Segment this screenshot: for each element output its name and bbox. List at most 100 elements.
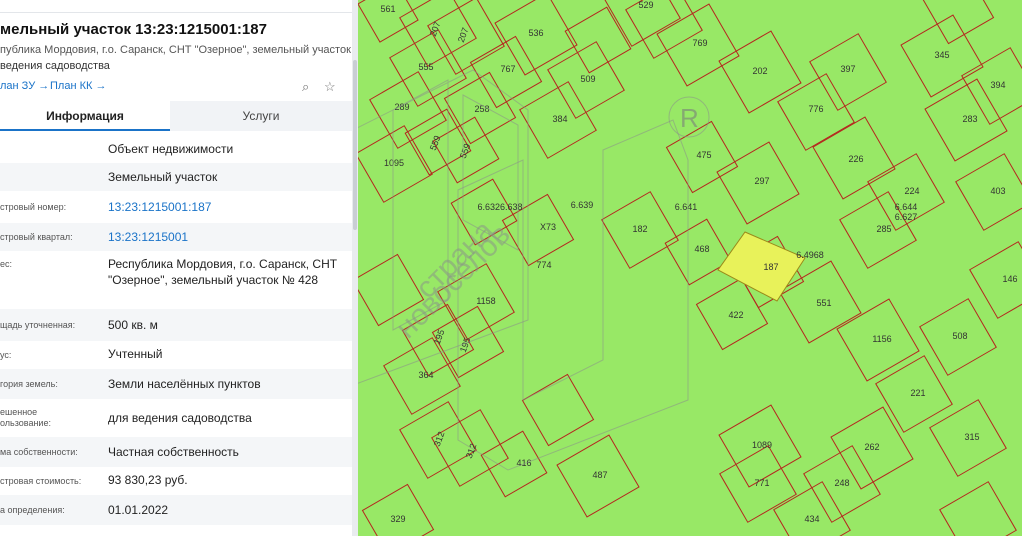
parcel-label: 6.644 xyxy=(895,202,918,212)
plan-links: лан ЗУ → План КК → xyxy=(0,80,106,92)
info-row-value: Частная собственность xyxy=(108,445,239,459)
parcel-label: 487 xyxy=(592,470,607,480)
info-row-value: Земельный участок xyxy=(108,170,218,184)
scrollbar-thumb[interactable] xyxy=(353,60,357,230)
info-row-label: щадь уточненная: xyxy=(0,320,76,330)
parcel-label: 536 xyxy=(528,28,543,38)
info-row: стровый квартал: 13:23:1215001 xyxy=(0,223,352,251)
parcel-label: 397 xyxy=(840,64,855,74)
parcel-label: 289 xyxy=(394,102,409,112)
parcel-label: 202 xyxy=(752,66,767,76)
info-row-value: Учтенный xyxy=(108,347,163,361)
parcel-label: 555 xyxy=(418,62,433,72)
info-row-label: стровый номер: xyxy=(0,202,67,212)
info-row-label: ма собственности: xyxy=(0,447,78,457)
parcel-label: 394 xyxy=(990,80,1005,90)
parcel-label: 224 xyxy=(904,186,919,196)
parcel-label: 561 xyxy=(380,4,395,14)
info-row: стровая стоимость: 93 830,23 руб. xyxy=(0,467,352,495)
usage-subtitle: ведения садоводства xyxy=(0,60,110,72)
info-row-value: Республика Мордовия, г.о. Саранск, СНТ "… xyxy=(108,257,338,287)
tab-bar: Информация Услуги xyxy=(0,101,352,131)
parcel-label: 262 xyxy=(864,442,879,452)
star-icon[interactable]: ☆ xyxy=(324,79,336,95)
info-row-label: ус: xyxy=(0,350,12,360)
parcel-label: 1089 xyxy=(752,440,772,450)
parcel-label: 285 xyxy=(876,224,891,234)
info-row-value: Земли населённых пунктов xyxy=(108,377,261,391)
parcel-label: 774 xyxy=(536,260,551,270)
parcel-label: 364 xyxy=(418,370,433,380)
parcel-label: 226 xyxy=(848,154,863,164)
info-row: Объект недвижимости xyxy=(0,137,352,163)
cadastral-map[interactable]: 561 207 207 536 529 769 555 767 202 397 345 394 289 2… xyxy=(358,0,1022,536)
info-row: а определения: 01.01.2022 xyxy=(0,495,352,525)
cadastral-number-link[interactable]: 13:23:1215001:187 xyxy=(108,199,348,215)
parcel-label: 1095 xyxy=(384,158,404,168)
info-row-label: стровая стоимость: xyxy=(0,476,82,486)
info-panel: мельный участок 13:23:1215001:187 публик… xyxy=(0,0,358,536)
parcel-label: 329 xyxy=(390,514,405,524)
parcel-label: 509 xyxy=(580,74,595,84)
page-title: мельный участок 13:23:1215001:187 xyxy=(0,21,267,38)
parcel-label: 146 xyxy=(1002,274,1017,284)
parcel-label: 345 xyxy=(934,50,949,60)
info-row-label: гория земель: xyxy=(0,379,58,389)
info-row-value: 93 830,23 руб. xyxy=(108,473,188,487)
parcel-label: 1158 xyxy=(476,296,495,306)
info-row-label: ес: xyxy=(0,259,13,269)
parcel-label: 182 xyxy=(632,224,647,234)
parcel-label: 6.6326.638 xyxy=(477,202,522,212)
tab-information[interactable]: Информация xyxy=(0,101,170,131)
parcel-label: 551 xyxy=(816,298,831,308)
info-row-value: 500 кв. м xyxy=(108,318,158,332)
info-row: Земельный участок xyxy=(0,163,352,191)
info-row: ус: Учтенный xyxy=(0,341,352,369)
info-row: ешенное ользование: для ведения садоводс… xyxy=(0,399,352,437)
parcel-label: 315 xyxy=(964,432,979,442)
parcel-label: 422 xyxy=(728,310,743,320)
parcel-label: 475 xyxy=(696,150,711,160)
action-icons: ⌕ ☆ xyxy=(302,79,344,95)
cadastral-quarter-link[interactable]: 13:23:1215001 xyxy=(108,229,348,245)
info-row: щадь уточненная: 500 кв. м xyxy=(0,309,352,341)
plan-zu-link[interactable]: лан ЗУ → xyxy=(0,80,49,92)
address-subtitle: публика Мордовия, г.о. Саранск, СНТ "Озе… xyxy=(0,44,358,56)
info-row-value: для ведения садоводства xyxy=(108,411,252,425)
parcel-label: 221 xyxy=(910,388,925,398)
parcel-label: 776 xyxy=(808,104,823,114)
parcel-label: 248 xyxy=(834,478,849,488)
top-strip xyxy=(0,0,352,13)
parcel-label: 384 xyxy=(552,114,567,124)
parcel-label: 6.627 xyxy=(895,212,918,222)
parcel-label: 508 xyxy=(952,331,967,341)
tab-services[interactable]: Услуги xyxy=(170,101,352,131)
info-row-label: а определения: xyxy=(0,505,65,515)
info-row-label: стровый квартал: xyxy=(0,232,73,242)
parcel-label: 297 xyxy=(754,176,769,186)
info-row: гория земель: Земли населённых пунктов xyxy=(0,369,352,399)
parcel-label: 6.4968 xyxy=(796,250,824,260)
parcel-label: 6.639 xyxy=(571,200,594,210)
parcel-label: 403 xyxy=(990,186,1005,196)
parcel-label: 416 xyxy=(516,458,531,468)
search-map-icon[interactable]: ⌕ xyxy=(302,79,309,95)
parcel-label: 468 xyxy=(694,244,709,254)
info-row-value: Объект недвижимости xyxy=(108,142,234,156)
info-row-value: 01.01.2022 xyxy=(108,503,169,517)
parcel-label: 434 xyxy=(804,514,819,524)
info-row-label: ешенное ользование: xyxy=(0,407,51,428)
parcel-label: 1156 xyxy=(872,334,891,344)
parcel-label: 283 xyxy=(962,114,977,124)
map-canvas[interactable]: 561207 207 536529769555 767 202 397345394289 2… xyxy=(358,0,1022,536)
parcel-label: 187 xyxy=(763,262,778,272)
plan-kk-link[interactable]: План КК → xyxy=(50,80,106,92)
info-row: ма собственности: Частная собственность xyxy=(0,437,352,467)
parcel-label: 767 xyxy=(500,64,515,74)
parcel-label: 769 xyxy=(692,38,707,48)
parcel-label: 6.641 xyxy=(675,202,698,212)
parcel-label: 529 xyxy=(638,0,653,10)
info-row: стровый номер: 13:23:1215001:187 xyxy=(0,191,352,223)
registered-mark-letter: R xyxy=(680,103,699,133)
info-row: ес: Республика Мордовия, г.о. Саранск, С… xyxy=(0,251,352,309)
